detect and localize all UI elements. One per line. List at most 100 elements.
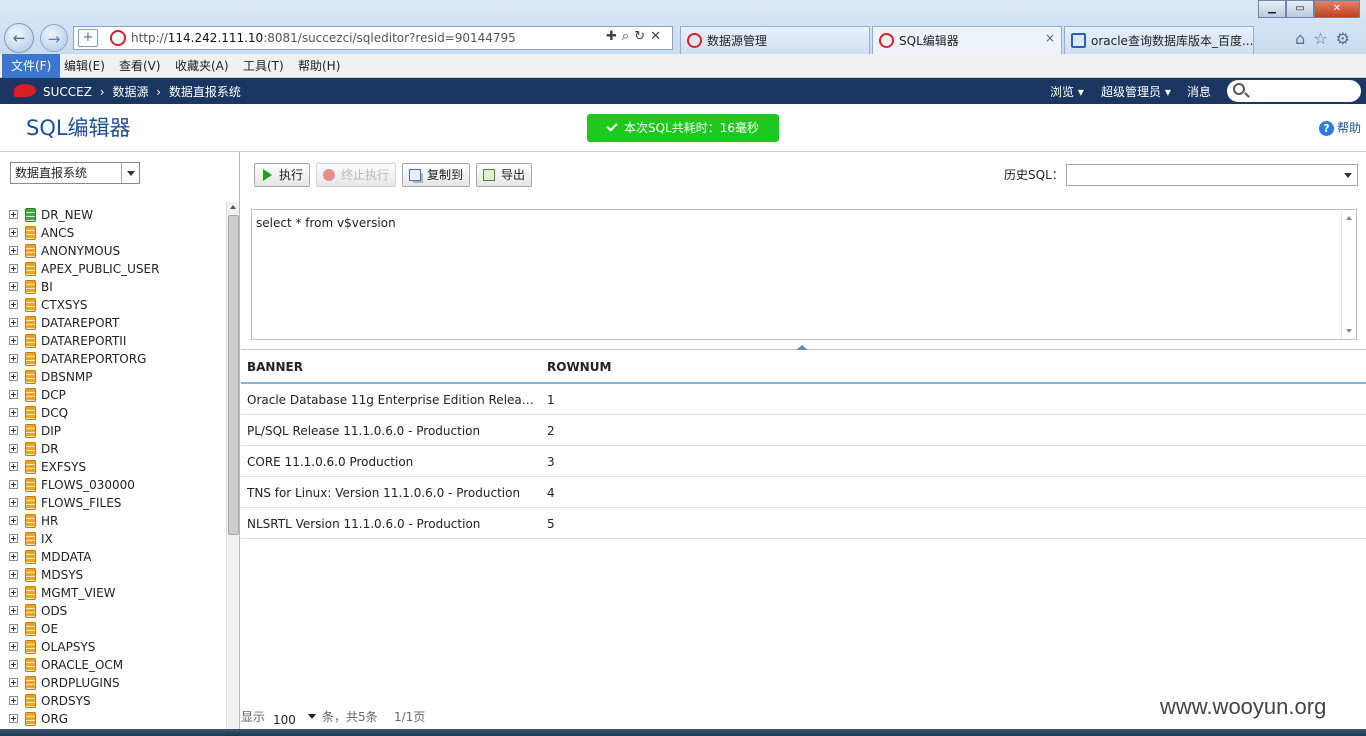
expand-icon[interactable] — [9, 300, 18, 309]
stop-icon[interactable]: ✕ — [650, 29, 666, 44]
column-header-banner[interactable]: BANNER — [247, 360, 537, 374]
table-row[interactable]: TNS for Linux: Version 11.1.0.6.0 - Prod… — [241, 477, 1366, 508]
expand-icon[interactable] — [9, 228, 18, 237]
nav-admin[interactable]: 超级管理员 ▾ — [1101, 83, 1171, 100]
expand-icon[interactable] — [9, 606, 18, 615]
expand-icon[interactable] — [9, 408, 18, 417]
expand-icon[interactable] — [9, 534, 18, 543]
expand-icon[interactable] — [9, 444, 18, 453]
expand-icon[interactable] — [9, 480, 18, 489]
expand-icon[interactable] — [9, 696, 18, 705]
tree-node[interactable]: BI — [0, 278, 226, 296]
help-link[interactable]: ? 帮助 — [1319, 119, 1361, 136]
expand-icon[interactable] — [9, 570, 18, 579]
expand-icon[interactable] — [9, 516, 18, 525]
column-header-rownum[interactable]: ROWNUM — [547, 360, 747, 374]
tree-node[interactable]: HR — [0, 512, 226, 530]
tree-node[interactable]: FLOWS_030000 — [0, 476, 226, 494]
expand-icon[interactable] — [9, 426, 18, 435]
maximize-button[interactable]: ▭ — [1286, 0, 1314, 18]
table-row[interactable]: PL/SQL Release 11.1.0.6.0 - Production 2 — [241, 415, 1366, 446]
tree-node[interactable]: MDSYS — [0, 566, 226, 584]
breadcrumb-datasource[interactable]: 数据源 — [112, 85, 148, 99]
tree-node[interactable]: DR — [0, 440, 226, 458]
tree-node[interactable]: DIP — [0, 422, 226, 440]
search-icon[interactable]: ⌕ — [622, 29, 634, 44]
menu-tools[interactable]: 工具(T) — [234, 54, 293, 78]
tree-node[interactable]: DATAREPORTORG — [0, 350, 226, 368]
nav-browse[interactable]: 浏览 ▾ — [1050, 83, 1084, 100]
tree-node[interactable]: DCQ — [0, 404, 226, 422]
nav-messages[interactable]: 消息 — [1187, 83, 1211, 100]
tree-node[interactable]: ORG — [0, 710, 226, 728]
expand-icon[interactable] — [9, 498, 18, 507]
menu-file[interactable]: 文件(F) — [2, 54, 61, 78]
chevron-down-icon[interactable] — [121, 163, 139, 183]
expand-icon[interactable] — [9, 678, 18, 687]
scroll-up-icon[interactable] — [230, 205, 236, 209]
expand-icon[interactable] — [9, 588, 18, 597]
datasource-select[interactable]: 数据直报系统 — [10, 162, 140, 184]
app-search-input[interactable] — [1227, 80, 1361, 102]
tab-datasource-manage[interactable]: 数据源管理 — [680, 26, 870, 54]
expand-icon[interactable] — [9, 714, 18, 723]
expand-icon[interactable] — [9, 552, 18, 561]
favorites-star-icon[interactable]: ☆ — [1313, 29, 1335, 48]
tree-node[interactable]: OE — [0, 620, 226, 638]
expand-icon[interactable] — [9, 210, 18, 219]
tree-node[interactable]: DR_NEW — [0, 206, 226, 224]
tree-node[interactable]: DATAREPORTII — [0, 332, 226, 350]
table-row[interactable]: CORE 11.1.0.6.0 Production 3 — [241, 446, 1366, 477]
export-button[interactable]: 导出 — [476, 163, 533, 187]
tree-node[interactable]: ANCS — [0, 224, 226, 242]
forward-button[interactable]: → — [40, 24, 68, 52]
expand-icon[interactable] — [9, 282, 18, 291]
breadcrumb-current[interactable]: 数据直报系统 — [169, 85, 241, 99]
tree-node[interactable]: ORACLE_OCM — [0, 656, 226, 674]
tree-scrollbar[interactable] — [226, 202, 239, 736]
tree-node[interactable]: APEX_PUBLIC_USER — [0, 260, 226, 278]
home-icon[interactable]: ⌂ — [1295, 29, 1313, 48]
execute-button[interactable]: 执行 — [254, 163, 311, 187]
tree-node[interactable]: ORDPLUGINS — [0, 674, 226, 692]
back-button[interactable]: ← — [4, 23, 34, 53]
tree-node[interactable]: ORDSYS — [0, 692, 226, 710]
tree-node[interactable]: DATAREPORT — [0, 314, 226, 332]
tree-node[interactable]: MGMT_VIEW — [0, 584, 226, 602]
expand-icon[interactable] — [9, 336, 18, 345]
tree-node[interactable]: OLAPSYS — [0, 638, 226, 656]
table-row[interactable]: Oracle Database 11g Enterprise Edition R… — [241, 384, 1366, 415]
close-window-button[interactable]: ✕ — [1314, 0, 1360, 18]
table-row[interactable]: NLSRTL Version 11.1.0.6.0 - Production 5 — [241, 508, 1366, 539]
tree-node[interactable]: EXFSYS — [0, 458, 226, 476]
close-tab-icon[interactable]: × — [1045, 31, 1055, 45]
page-size-select[interactable]: 100 — [270, 706, 318, 727]
expand-icon[interactable] — [9, 318, 18, 327]
url-text[interactable]: http://114.242.111.10:8081/succezci/sqle… — [131, 31, 516, 45]
expand-icon[interactable] — [9, 264, 18, 273]
refresh-icon[interactable]: ↻ — [634, 29, 650, 44]
editor-scrollbar[interactable] — [1341, 210, 1356, 339]
tree-node[interactable]: DCP — [0, 386, 226, 404]
gear-icon[interactable]: ⚙ — [1336, 29, 1358, 48]
tree-node[interactable]: FLOWS_FILES — [0, 494, 226, 512]
expand-icon[interactable] — [9, 624, 18, 633]
tab-sql-editor[interactable]: SQL编辑器 × — [872, 26, 1062, 54]
menu-favorites[interactable]: 收藏夹(A) — [166, 54, 238, 78]
tree-node[interactable]: ANONYMOUS — [0, 242, 226, 260]
tree-node[interactable]: MDDATA — [0, 548, 226, 566]
menu-help[interactable]: 帮助(H) — [289, 54, 349, 78]
tree-node[interactable]: ODS — [0, 602, 226, 620]
add-page-icon[interactable]: + — [78, 29, 98, 47]
minimize-button[interactable]: ▁ — [1258, 0, 1286, 18]
tree-node[interactable]: IX — [0, 530, 226, 548]
expand-icon[interactable] — [9, 372, 18, 381]
history-sql-select[interactable] — [1066, 164, 1358, 186]
sql-input[interactable]: select * from v$version — [251, 209, 1357, 340]
copy-to-button[interactable]: 复制到 — [402, 163, 471, 187]
menu-view[interactable]: 查看(V) — [110, 54, 170, 78]
expand-icon[interactable] — [9, 642, 18, 651]
scrollbar-thumb[interactable] — [228, 215, 239, 535]
sql-text[interactable]: select * from v$version — [256, 216, 396, 230]
expand-icon[interactable] — [9, 354, 18, 363]
